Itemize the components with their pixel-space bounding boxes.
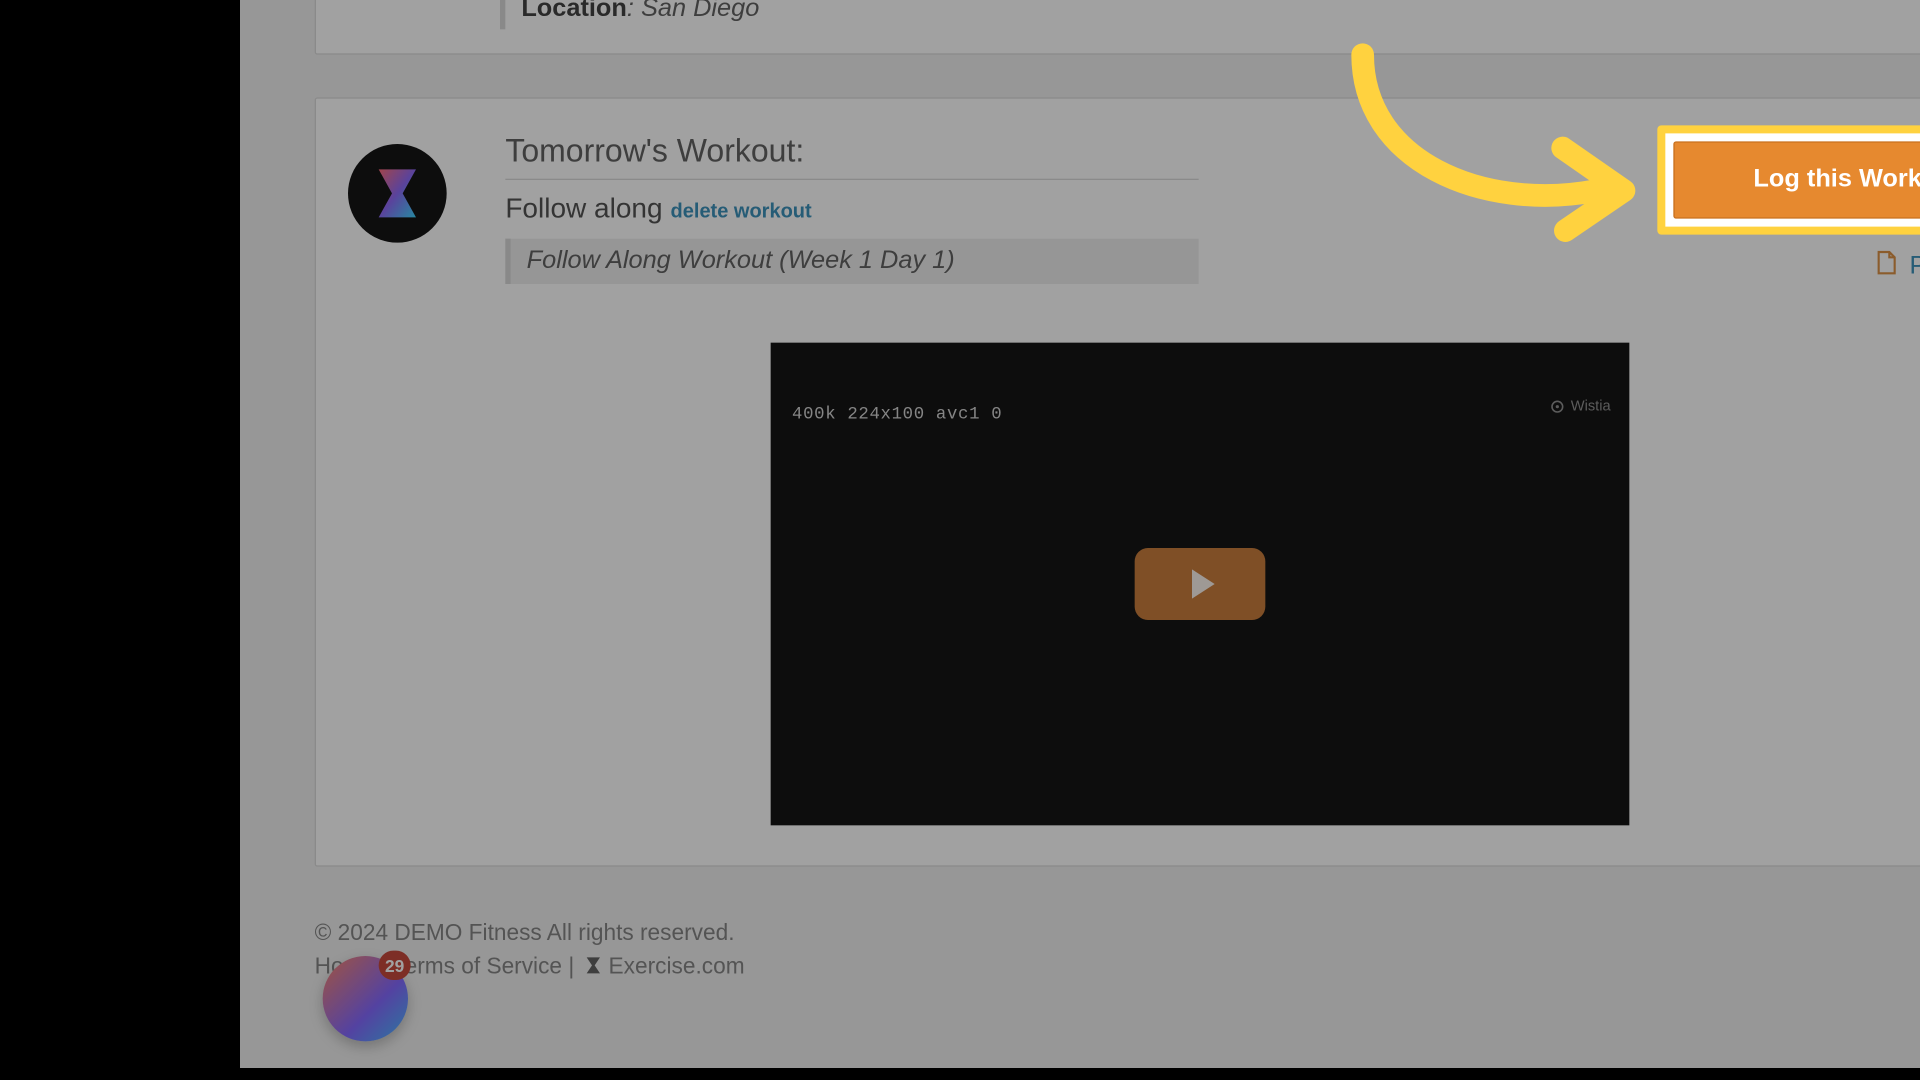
follow-line: Follow along delete workout: [505, 193, 1198, 225]
video-watermark-text: Wistia: [1571, 399, 1611, 415]
play-icon: [1191, 569, 1214, 598]
document-icon: [1876, 253, 1904, 281]
page-root: Location: San Diego Tomorrow's Workout: …: [240, 0, 1920, 1068]
location-value: : San Diego: [627, 0, 759, 23]
video-watermark: Wistia: [1549, 399, 1610, 415]
workout-card: Tomorrow's Workout: Follow along delete …: [315, 97, 1920, 866]
cta-highlight: Log this Workout: [1657, 125, 1920, 234]
footer-copyright: © 2024 DEMO Fitness All rights reserved.: [315, 917, 1920, 950]
chat-launcher[interactable]: 29: [323, 956, 408, 1041]
plan-note: Follow Along Workout (Week 1 Day 1): [505, 239, 1198, 284]
video-debug-text: 400k 224x100 avc1 0: [792, 404, 1002, 424]
delete-workout-link[interactable]: delete workout: [671, 200, 812, 223]
program-avatar[interactable]: [348, 144, 447, 243]
play-button[interactable]: [1135, 548, 1266, 620]
workout-content: Tomorrow's Workout: Follow along delete …: [505, 133, 1198, 284]
print-row: Print workout: [1657, 251, 1920, 283]
chat-badge: 29: [379, 951, 411, 980]
location-row: Location: San Diego: [500, 0, 1920, 29]
profile-card: Location: San Diego: [315, 0, 1920, 55]
workout-actions: Log this Workout Print workout: [1657, 125, 1920, 282]
footer-tos-link[interactable]: Terms of Service: [393, 953, 562, 978]
section-title: Tomorrow's Workout:: [505, 133, 1198, 180]
gear-icon: [1549, 399, 1565, 415]
exercise-logo-icon: [583, 955, 604, 976]
video-player[interactable]: 400k 224x100 avc1 0 Wistia: [771, 343, 1630, 826]
print-workout-link[interactable]: Print workout: [1909, 252, 1920, 280]
plan-label: Follow along: [505, 193, 662, 225]
footer: © 2024 DEMO Fitness All rights reserved.…: [315, 909, 1920, 983]
footer-exercise-link[interactable]: Exercise.com: [609, 953, 745, 978]
program-logo-icon: [365, 161, 429, 225]
log-workout-button[interactable]: Log this Workout: [1673, 141, 1920, 218]
location-label: Location: [521, 0, 627, 23]
